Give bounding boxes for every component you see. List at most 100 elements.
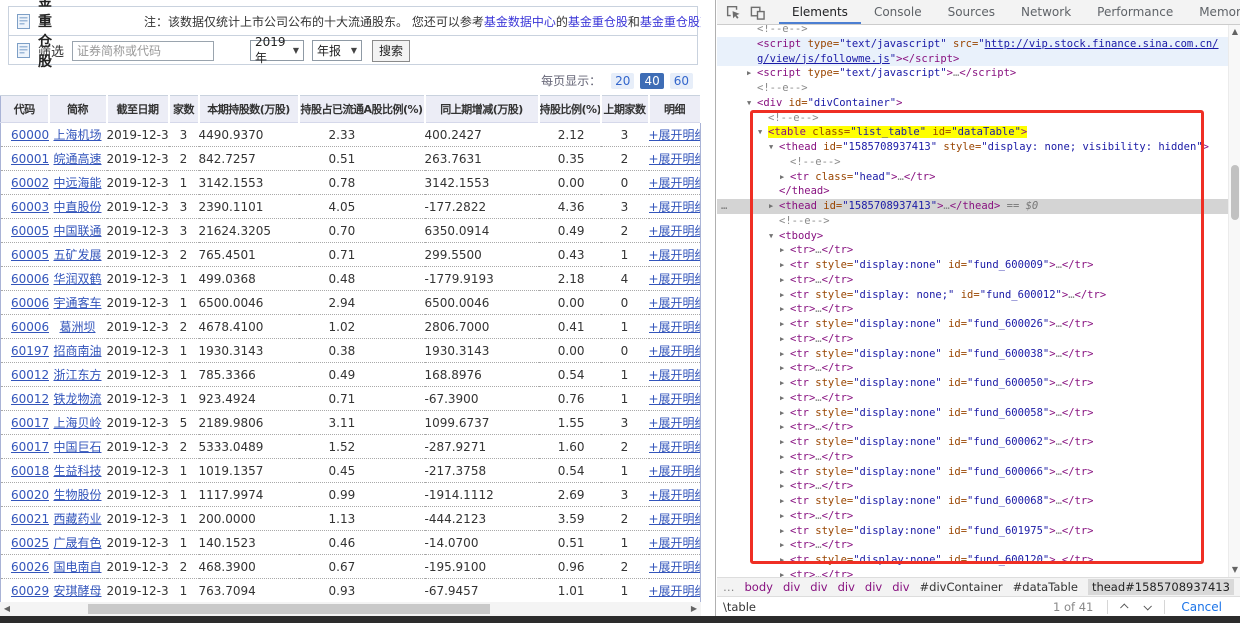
devtools-code-line[interactable]: ▶ <tr>…</tr> [717, 509, 1240, 524]
devtools-code-line[interactable]: ▶ <script type="text/javascript">…</scrip… [717, 66, 1240, 81]
stock-name-link[interactable]: 上海贝岭 [53, 416, 101, 430]
stock-name-link[interactable]: 中国联通 [53, 224, 101, 238]
breadcrumb-div[interactable]: div [892, 580, 909, 594]
expand-arrow-icon[interactable]: ▶ [780, 347, 790, 362]
tab-memory[interactable]: Memory [1186, 0, 1240, 24]
devtools-code-line[interactable]: <!--e--> [717, 81, 1240, 96]
page-size-option-40[interactable]: 40 [640, 72, 664, 89]
stock-name-link[interactable]: 宇通客车 [53, 296, 101, 310]
breadcrumb-div[interactable]: div [865, 580, 882, 594]
stock-code-link[interactable]: 600171 [11, 416, 49, 430]
devtools-code-line[interactable]: ▼ <thead id="1585708937413" style="displa… [717, 140, 1240, 155]
expand-arrow-icon[interactable]: ▶ [780, 524, 790, 539]
stock-name-link[interactable]: 生物股份 [53, 488, 101, 502]
devtools-code-line[interactable]: ▶ <tr>…</tr> [717, 332, 1240, 347]
devtools-code-line[interactable]: ▶ <tr>…</tr> [717, 302, 1240, 317]
stock-code-link[interactable]: 600120 [11, 368, 49, 382]
stock-name-link[interactable]: 华润双鹤 [53, 272, 101, 286]
expand-arrow-icon[interactable]: ▶ [780, 406, 790, 421]
expand-arrow-icon[interactable]: ▶ [780, 273, 790, 288]
expand-arrow-icon[interactable]: ▶ [780, 243, 790, 258]
expand-arrow-icon[interactable]: ▶ [780, 288, 790, 303]
page-horizontal-scrollbar[interactable]: ◀ ▶ [0, 602, 701, 616]
stock-code-link[interactable]: 600050 [11, 224, 49, 238]
devtools-code-line[interactable]: ▶ <tr style="display:none" id="fund_60006… [717, 494, 1240, 509]
expand-arrow-icon[interactable]: ▶ [780, 538, 790, 553]
expand-detail-link[interactable]: +展开明细 [649, 560, 701, 574]
expand-arrow-icon[interactable]: ▶ [780, 553, 790, 568]
expand-arrow-icon[interactable]: ▼ [769, 229, 779, 244]
stock-code-link[interactable]: 600026 [11, 176, 49, 190]
devtools-code-line[interactable]: <!--e--> [717, 155, 1240, 170]
stock-code-link[interactable]: 600009 [11, 128, 49, 142]
breadcrumb-div[interactable]: div [783, 580, 800, 594]
breadcrumb-thead#1585708937413[interactable]: thead#1585708937413 [1087, 579, 1234, 595]
next-match-button[interactable] [1136, 599, 1158, 614]
stock-code-link[interactable]: 600176 [11, 440, 49, 454]
fund-holdings-link[interactable]: 基金重仓股 [568, 15, 628, 29]
breadcrumb-body[interactable]: body [745, 580, 773, 594]
expand-arrow-icon[interactable]: ▼ [747, 96, 757, 111]
scroll-down-icon[interactable]: ▼ [1229, 563, 1240, 577]
expand-arrow-icon[interactable]: ▶ [780, 420, 790, 435]
breadcrumb-div[interactable]: div [838, 580, 855, 594]
gutter-ellipsis-icon[interactable]: … [721, 199, 728, 214]
cancel-search-button[interactable]: Cancel [1181, 600, 1222, 614]
expand-detail-link[interactable]: +展开明细 [649, 224, 701, 238]
devtools-code-line[interactable]: ▶ <tr>…</tr> [717, 450, 1240, 465]
devtools-scrollbar[interactable]: ▲ ▼ [1228, 25, 1240, 577]
devtools-code-line[interactable]: ▶ <tr>…</tr> [717, 479, 1240, 494]
stock-name-link[interactable]: 生益科技 [53, 464, 101, 478]
tab-performance[interactable]: Performance [1084, 0, 1186, 24]
page-size-option-20[interactable]: 20 [611, 72, 635, 89]
expand-detail-link[interactable]: +展开明细 [649, 392, 701, 406]
tab-elements[interactable]: Elements [779, 0, 861, 24]
stock-code-link[interactable]: 600125 [11, 392, 49, 406]
expand-detail-link[interactable]: +展开明细 [649, 344, 701, 358]
expand-detail-link[interactable]: +展开明细 [649, 200, 701, 214]
expand-arrow-icon[interactable]: ▶ [780, 332, 790, 347]
inspect-element-icon[interactable] [726, 4, 741, 20]
breadcrumb-#dataTable[interactable]: #dataTable [1013, 580, 1078, 594]
stock-name-link[interactable]: 西藏药业 [53, 512, 101, 526]
expand-arrow-icon[interactable]: ▶ [780, 465, 790, 480]
devtools-search-input[interactable] [717, 599, 1053, 614]
devtools-code-line[interactable]: ▶ <tr style="display:none" id="fund_60197… [717, 524, 1240, 539]
expand-detail-link[interactable]: +展开明细 [649, 512, 701, 526]
expand-arrow-icon[interactable]: ▶ [780, 361, 790, 376]
previous-match-button[interactable] [1114, 599, 1136, 614]
devtools-code-line[interactable]: ▶ <tr style="display:none" id="fund_60003… [717, 347, 1240, 362]
expand-detail-link[interactable]: +展开明细 [649, 248, 701, 262]
expand-arrow-icon[interactable]: ▶ [780, 376, 790, 391]
devtools-code-line[interactable]: <!--e--> [717, 111, 1240, 126]
expand-arrow-icon[interactable]: ▼ [758, 125, 768, 140]
expand-arrow-icon[interactable]: ▶ [747, 66, 757, 81]
page-size-option-60[interactable]: 60 [669, 72, 693, 89]
devtools-code-line[interactable]: ▶ <tr style="display:none" id="fund_60006… [717, 435, 1240, 450]
expand-arrow-icon[interactable]: ▶ [780, 479, 790, 494]
stock-name-link[interactable]: 中远海能 [53, 176, 101, 190]
expand-detail-link[interactable]: +展开明细 [649, 416, 701, 430]
stock-code-link[interactable]: 600298 [11, 584, 49, 598]
expand-detail-link[interactable]: +展开明细 [649, 440, 701, 454]
stock-name-link[interactable]: 铁龙物流 [53, 392, 101, 406]
expand-detail-link[interactable]: +展开明细 [649, 584, 701, 598]
stock-name-link[interactable]: 皖通高速 [53, 152, 101, 166]
stock-name-link[interactable]: 五矿发展 [53, 248, 101, 262]
expand-detail-link[interactable]: +展开明细 [649, 272, 701, 286]
devtools-code-line[interactable]: ▶ <tr>…</tr> [717, 420, 1240, 435]
expand-detail-link[interactable]: +展开明细 [649, 128, 701, 142]
scroll-right-icon[interactable]: ▶ [687, 602, 701, 616]
expand-arrow-icon[interactable]: ▶ [780, 170, 790, 185]
devtools-code-line[interactable]: <!--e--> [717, 25, 1240, 37]
expand-arrow-icon[interactable]: ▶ [780, 317, 790, 332]
expand-arrow-icon[interactable]: ▶ [780, 494, 790, 509]
stock-code-link[interactable]: 600259 [11, 536, 49, 550]
stock-code-link[interactable]: 600062 [11, 272, 49, 286]
devtools-code-line[interactable]: g/view/js/followme.js"></script> [717, 51, 1240, 67]
expand-detail-link[interactable]: +展开明细 [649, 320, 701, 334]
devtools-code-line[interactable]: </thead> [717, 184, 1240, 199]
horizontal-scrollbar-thumb[interactable] [88, 604, 490, 614]
expand-arrow-icon[interactable]: ▶ [769, 199, 779, 214]
devtools-code-line[interactable]: ▶ <tr style="display: none;" id="fund_600… [717, 288, 1240, 303]
